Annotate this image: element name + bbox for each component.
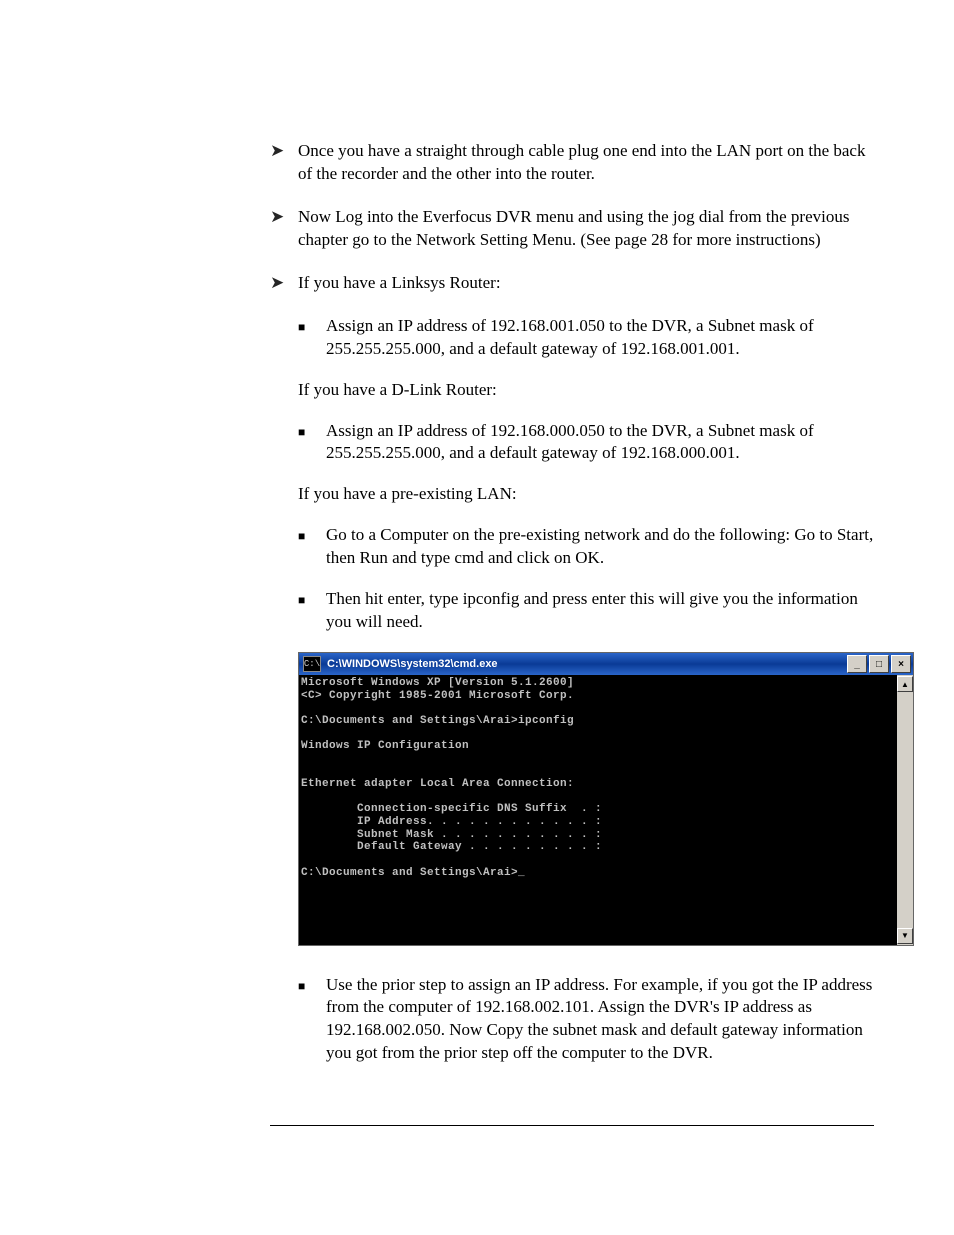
- arrow-icon: [270, 140, 298, 186]
- bullet-item: If you have a Linksys Router:: [270, 272, 874, 295]
- cmd-titlebar[interactable]: C:\ C:\WINDOWS\system32\cmd.exe _ □ ×: [299, 653, 913, 675]
- window-buttons: _ □ ×: [847, 655, 911, 673]
- cmd-window: C:\ C:\WINDOWS\system32\cmd.exe _ □ × Mi…: [298, 652, 914, 945]
- sub-section: Assign an IP address of 192.168.001.050 …: [298, 315, 874, 1066]
- sub-header: If you have a D-Link Router:: [298, 379, 874, 402]
- cmd-title: C:\WINDOWS\system32\cmd.exe: [327, 658, 498, 670]
- bullet-text: If you have a Linksys Router:: [298, 272, 874, 295]
- document-page: Once you have a straight through cable p…: [0, 0, 954, 1166]
- footer-separator: [270, 1125, 874, 1126]
- cmd-icon: C:\: [303, 656, 321, 672]
- square-icon: [298, 974, 326, 1066]
- square-icon: [298, 588, 326, 634]
- sub-bullet-text: Assign an IP address of 192.168.001.050 …: [326, 315, 874, 361]
- scroll-up-button[interactable]: ▲: [897, 676, 913, 692]
- scrollbar[interactable]: ▲ ▼: [897, 675, 913, 944]
- sub-bullet-item: Assign an IP address of 192.168.000.050 …: [298, 420, 874, 466]
- bullet-text: Now Log into the Everfocus DVR menu and …: [298, 206, 874, 252]
- cmd-output[interactable]: Microsoft Windows XP [Version 5.1.2600] …: [299, 675, 897, 944]
- sub-bullet-item: Then hit enter, type ipconfig and press …: [298, 588, 874, 634]
- sub-bullet-text: Go to a Computer on the pre-existing net…: [326, 524, 874, 570]
- sub-bullet-text: Use the prior step to assign an IP addre…: [326, 974, 874, 1066]
- square-icon: [298, 420, 326, 466]
- minimize-button[interactable]: _: [847, 655, 867, 673]
- sub-bullet-text: Assign an IP address of 192.168.000.050 …: [326, 420, 874, 466]
- bullet-item: Once you have a straight through cable p…: [270, 140, 874, 186]
- sub-bullet-item: Assign an IP address of 192.168.001.050 …: [298, 315, 874, 361]
- arrow-icon: [270, 272, 298, 295]
- bullet-item: Now Log into the Everfocus DVR menu and …: [270, 206, 874, 252]
- square-icon: [298, 524, 326, 570]
- sub-bullet-item: Use the prior step to assign an IP addre…: [298, 974, 874, 1066]
- close-button[interactable]: ×: [891, 655, 911, 673]
- bullet-text: Once you have a straight through cable p…: [298, 140, 874, 186]
- scroll-down-button[interactable]: ▼: [897, 928, 913, 944]
- square-icon: [298, 315, 326, 361]
- sub-bullet-item: Go to a Computer on the pre-existing net…: [298, 524, 874, 570]
- body-content: Once you have a straight through cable p…: [270, 140, 874, 1126]
- arrow-icon: [270, 206, 298, 252]
- sub-header: If you have a pre-existing LAN:: [298, 483, 874, 506]
- sub-bullet-text: Then hit enter, type ipconfig and press …: [326, 588, 874, 634]
- cmd-body-wrap: Microsoft Windows XP [Version 5.1.2600] …: [299, 675, 913, 944]
- maximize-button[interactable]: □: [869, 655, 889, 673]
